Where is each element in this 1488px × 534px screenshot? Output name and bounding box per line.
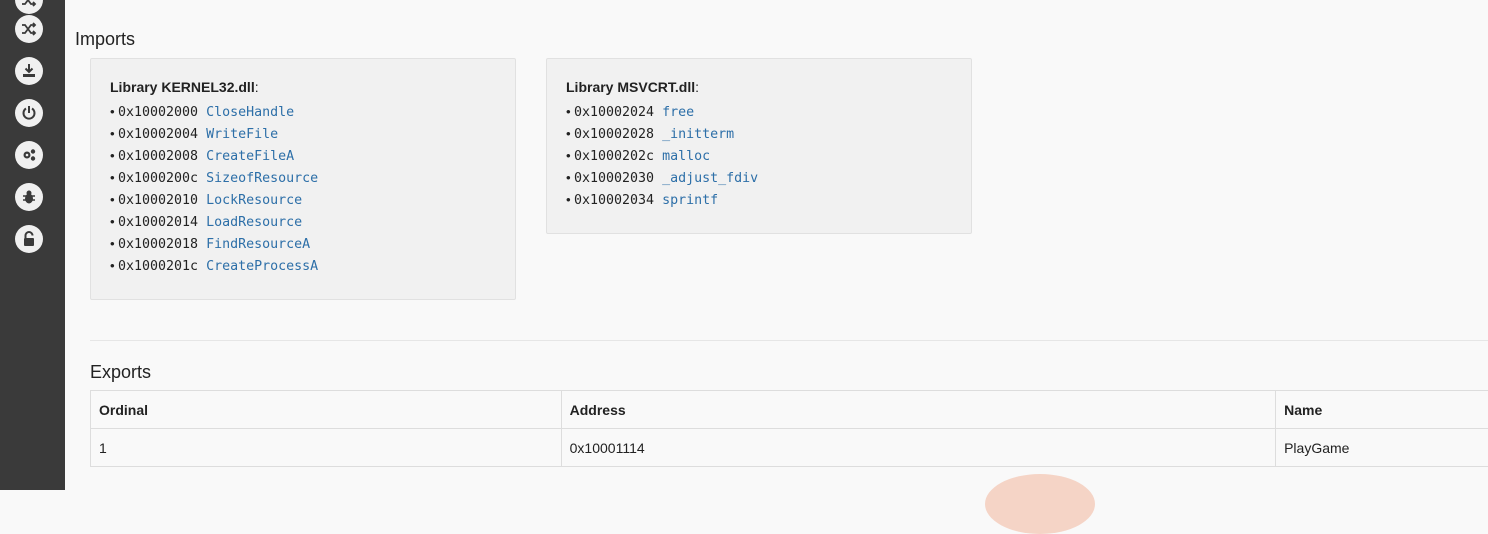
- import-item: •0x1000201c CreateProcessA: [110, 255, 496, 277]
- library-name: MSVCRT.dll: [617, 79, 695, 95]
- import-address: 0x10002028: [574, 127, 654, 142]
- import-address: 0x1000202c: [574, 149, 654, 164]
- library-prefix: Library: [110, 79, 161, 95]
- import-function-link[interactable]: sprintf: [662, 193, 718, 208]
- library-title: Library KERNEL32.dll:: [110, 79, 496, 95]
- column-header-ordinal: Ordinal: [91, 391, 562, 429]
- import-function-link[interactable]: LockResource: [206, 193, 302, 208]
- import-function-link[interactable]: LoadResource: [206, 215, 302, 230]
- cell-name: PlayGame: [1276, 429, 1488, 467]
- import-function-link[interactable]: _adjust_fdiv: [662, 171, 758, 186]
- library-colon: :: [695, 79, 699, 95]
- library-panel-kernel32: Library KERNEL32.dll: •0x10002000 CloseH…: [90, 58, 516, 300]
- import-item: •0x10002000 CloseHandle: [110, 101, 496, 123]
- library-panel-msvcrt: Library MSVCRT.dll: •0x10002024 free •0x…: [546, 58, 972, 234]
- exports-heading: Exports: [90, 362, 151, 383]
- import-address: 0x1000200c: [118, 171, 198, 186]
- sidebar: [0, 0, 65, 490]
- table-header-row: Ordinal Address Name: [91, 391, 1488, 429]
- import-address: 0x10002030: [574, 171, 654, 186]
- library-title: Library MSVCRT.dll:: [566, 79, 952, 95]
- import-item: •0x10002028 _initterm: [566, 123, 952, 145]
- cell-ordinal: 1: [91, 429, 562, 467]
- import-address: 0x10002008: [118, 149, 198, 164]
- import-item: •0x10002014 LoadResource: [110, 211, 496, 233]
- import-address: 0x10002000: [118, 105, 198, 120]
- import-item: •0x10002030 _adjust_fdiv: [566, 167, 952, 189]
- exports-table: Ordinal Address Name 1 0x10001114 PlayGa…: [90, 390, 1488, 467]
- import-function-link[interactable]: CreateProcessA: [206, 259, 318, 274]
- import-item: •0x10002010 LockResource: [110, 189, 496, 211]
- import-address: 0x10002004: [118, 127, 198, 142]
- import-item: •0x10002004 WriteFile: [110, 123, 496, 145]
- import-item: •0x10002024 free: [566, 101, 952, 123]
- shuffle-icon[interactable]: [15, 0, 43, 14]
- table-row: 1 0x10001114 PlayGame: [91, 429, 1488, 467]
- import-address: 0x10002024: [574, 105, 654, 120]
- import-item: •0x10002034 sprintf: [566, 189, 952, 211]
- column-header-name: Name: [1276, 391, 1488, 429]
- import-function-link[interactable]: _initterm: [662, 127, 734, 142]
- import-list: •0x10002000 CloseHandle •0x10002004 Writ…: [110, 101, 496, 277]
- import-function-link[interactable]: free: [662, 105, 694, 120]
- import-address: 0x10002014: [118, 215, 198, 230]
- library-colon: :: [255, 79, 259, 95]
- column-header-address: Address: [561, 391, 1275, 429]
- power-icon[interactable]: [15, 99, 43, 127]
- import-item: •0x1000202c malloc: [566, 145, 952, 167]
- cell-address: 0x10001114: [561, 429, 1275, 467]
- import-address: 0x10002010: [118, 193, 198, 208]
- import-function-link[interactable]: SizeofResource: [206, 171, 318, 186]
- unlock-icon[interactable]: [15, 225, 43, 253]
- bug-icon[interactable]: [15, 183, 43, 211]
- main-content: Imports Library KERNEL32.dll: •0x1000200…: [65, 0, 1488, 490]
- library-name: KERNEL32.dll: [161, 79, 254, 95]
- section-divider: [90, 340, 1488, 341]
- import-item: •0x10002008 CreateFileA: [110, 145, 496, 167]
- import-function-link[interactable]: CreateFileA: [206, 149, 294, 164]
- settings-gears-icon[interactable]: [15, 141, 43, 169]
- floating-button-edge[interactable]: [985, 474, 1095, 534]
- import-function-link[interactable]: CloseHandle: [206, 105, 294, 120]
- import-item: •0x1000200c SizeofResource: [110, 167, 496, 189]
- library-prefix: Library: [566, 79, 617, 95]
- import-address: 0x10002034: [574, 193, 654, 208]
- import-address: 0x1000201c: [118, 259, 198, 274]
- import-list: •0x10002024 free •0x10002028 _initterm •…: [566, 101, 952, 211]
- imports-heading: Imports: [75, 29, 135, 50]
- download-icon[interactable]: [15, 57, 43, 85]
- import-function-link[interactable]: malloc: [662, 149, 710, 164]
- import-function-link[interactable]: FindResourceA: [206, 237, 310, 252]
- import-function-link[interactable]: WriteFile: [206, 127, 278, 142]
- import-address: 0x10002018: [118, 237, 198, 252]
- import-item: •0x10002018 FindResourceA: [110, 233, 496, 255]
- shuffle-icon[interactable]: [15, 15, 43, 43]
